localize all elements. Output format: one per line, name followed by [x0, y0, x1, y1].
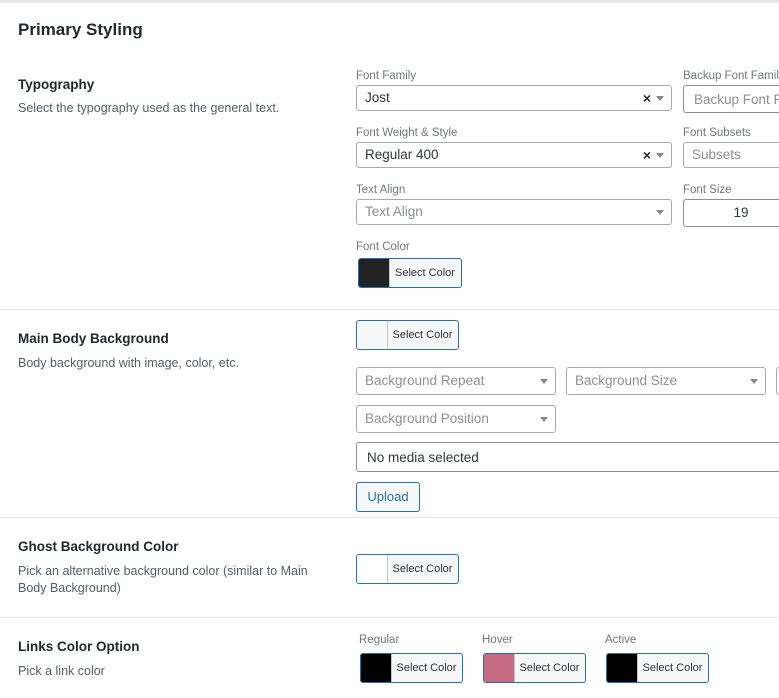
backup-font-family-label: Backup Font Famil: [683, 70, 779, 82]
font-size-input[interactable]: 19: [683, 199, 779, 227]
media-url-input[interactable]: No media selected: [356, 442, 779, 472]
background-repeat-select[interactable]: Background Repeat: [356, 367, 556, 395]
font-color-label: Font Color: [356, 241, 410, 253]
link-active-swatch: [607, 654, 638, 682]
page-title: Primary Styling: [18, 20, 143, 39]
clear-icon[interactable]: ×: [643, 146, 651, 164]
link-regular-label: Regular: [359, 634, 400, 646]
backup-font-family-input[interactable]: Backup Font F: [683, 85, 779, 113]
font-family-label: Font Family: [356, 70, 417, 82]
links-color-title: Links Color Option: [18, 639, 140, 654]
chevron-down-icon: [540, 417, 548, 422]
font-family-value: Jost: [365, 90, 390, 105]
font-size-label: Font Size: [683, 184, 732, 196]
font-weight-select[interactable]: Regular 400 ×: [356, 142, 672, 168]
section-divider: [0, 617, 779, 618]
link-active-label: Active: [605, 634, 637, 646]
font-weight-label: Font Weight & Style: [356, 127, 458, 139]
upload-button[interactable]: Upload: [356, 482, 420, 512]
ghost-background-color-button[interactable]: Select Color: [356, 554, 459, 584]
font-size-value: 19: [733, 205, 749, 220]
text-align-select[interactable]: Text Align: [356, 199, 672, 225]
font-subsets-placeholder: Subsets: [692, 147, 741, 162]
top-border: [0, 0, 779, 3]
font-family-select[interactable]: Jost ×: [356, 85, 672, 111]
link-hover-swatch: [484, 654, 515, 682]
link-regular-color-button[interactable]: Select Color: [360, 653, 463, 683]
main-body-background-color-label: Select Color: [392, 329, 453, 341]
link-regular-swatch: [361, 654, 392, 682]
main-body-background-title: Main Body Background: [18, 331, 169, 346]
typography-title: Typography: [18, 77, 95, 92]
link-regular-color-label: Select Color: [396, 662, 457, 674]
main-body-background-description: Body background with image, color, etc.: [18, 356, 239, 370]
ghost-background-description: Pick an alternative background color (si…: [18, 564, 308, 595]
font-weight-value: Regular 400: [365, 147, 439, 162]
link-hover-color-button[interactable]: Select Color: [483, 653, 586, 683]
clear-icon[interactable]: ×: [643, 89, 651, 107]
chevron-down-icon: [540, 379, 548, 384]
font-color-button-label: Select Color: [395, 267, 455, 279]
background-position-select[interactable]: Background Position: [356, 405, 556, 433]
main-body-background-color-button[interactable]: Select Color: [356, 320, 459, 350]
link-active-color-button[interactable]: Select Color: [606, 653, 709, 683]
text-align-placeholder: Text Align: [365, 204, 423, 219]
link-hover-label: Hover: [482, 634, 513, 646]
background-size-select[interactable]: Background Size: [566, 367, 766, 395]
ghost-background-title: Ghost Background Color: [18, 539, 179, 554]
ghost-background-swatch: [357, 555, 388, 583]
section-divider: [0, 309, 779, 310]
chevron-down-icon: [656, 210, 664, 215]
link-hover-color-label: Select Color: [519, 662, 580, 674]
links-color-description: Pick a link color: [18, 664, 105, 678]
main-body-background-swatch: [357, 321, 388, 349]
chevron-down-icon: [656, 96, 664, 101]
text-align-label: Text Align: [356, 184, 406, 196]
backup-font-family-placeholder: Backup Font F: [694, 92, 779, 107]
font-color-swatch: [359, 259, 390, 287]
background-size-placeholder: Background Size: [575, 373, 678, 388]
background-position-placeholder: Background Position: [365, 411, 489, 426]
typography-description: Select the typography used as the genera…: [18, 101, 280, 115]
section-divider: [0, 517, 779, 518]
media-value: No media selected: [367, 450, 479, 465]
chevron-down-icon: [750, 379, 758, 384]
font-subsets-select[interactable]: Subsets: [683, 142, 779, 168]
font-subsets-label: Font Subsets: [683, 127, 751, 139]
chevron-down-icon: [656, 153, 664, 158]
ghost-background-color-label: Select Color: [392, 563, 453, 575]
font-color-button[interactable]: Select Color: [358, 258, 462, 288]
link-active-color-label: Select Color: [642, 662, 703, 674]
background-repeat-placeholder: Background Repeat: [365, 373, 485, 388]
